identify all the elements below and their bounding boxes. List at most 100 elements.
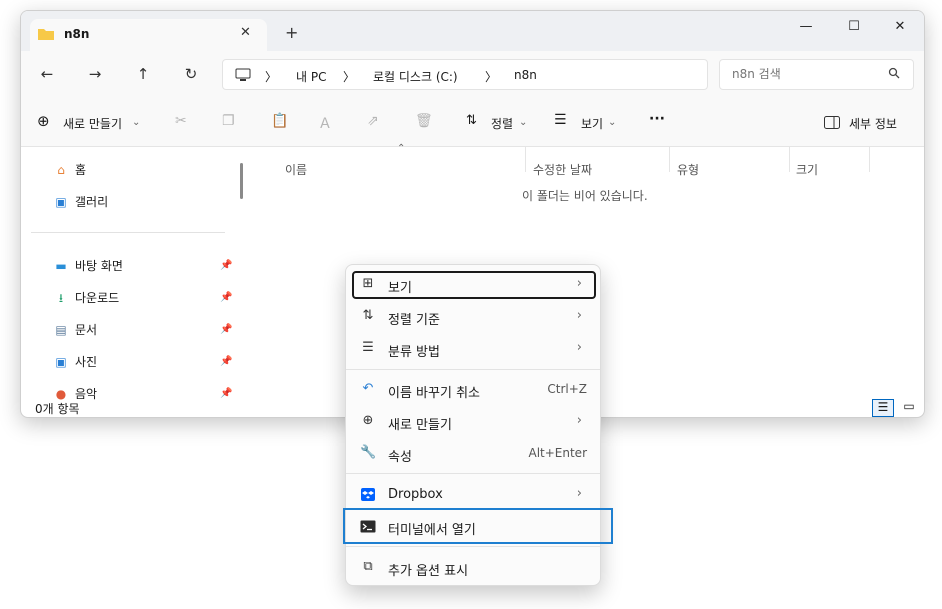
delete-icon[interactable]: 🗑	[415, 113, 433, 129]
navigation-bar: ← → ↑ ↻ 〉 내 PC 〉 로컬 디스크 (C:) 〉 n8n	[21, 51, 924, 99]
more-options-icon: ⧉	[363, 559, 373, 574]
up-button[interactable]: ↑	[129, 65, 157, 83]
new-button[interactable]: 새로 만들기	[63, 115, 122, 132]
sidebar-item-label: 다운로드	[75, 291, 120, 305]
wrench-icon: 🔧	[360, 445, 377, 460]
sidebar-item-label: 갤러리	[75, 195, 109, 209]
column-separator	[869, 147, 870, 172]
group-icon: ☰	[362, 340, 374, 355]
refresh-button[interactable]: ↻	[177, 65, 205, 83]
search-box[interactable]	[719, 59, 914, 90]
sidebar-item-pictures[interactable]: ▣ 사진	[53, 353, 97, 370]
menu-item-label: 추가 옵션 표시	[388, 564, 469, 579]
breadcrumb-separator-icon: 〉	[265, 70, 278, 84]
minimize-button[interactable]: —	[791, 19, 821, 34]
sidebar-divider	[31, 232, 225, 233]
breadcrumb-separator-icon: 〉	[343, 70, 356, 84]
details-button[interactable]: 세부 정보	[849, 115, 897, 132]
sidebar-item-label: 문서	[75, 323, 98, 337]
pin-icon: 📌	[220, 324, 233, 335]
menu-item-show-more-options[interactable]: ⧉ 추가 옵션 표시	[352, 554, 596, 582]
pin-icon: 📌	[220, 356, 233, 367]
menu-separator	[346, 546, 600, 547]
details-pane-icon	[824, 116, 840, 129]
back-button[interactable]: ←	[33, 65, 61, 83]
menu-item-new[interactable]: ⊕ 새로 만들기 ›	[352, 408, 596, 436]
menu-item-label: 속성	[388, 450, 412, 465]
column-header-name[interactable]: 이름	[285, 161, 307, 178]
column-separator	[789, 147, 790, 172]
column-header-date[interactable]: 수정한 날짜	[533, 161, 592, 178]
chevron-right-icon: ›	[576, 413, 582, 428]
column-header-size[interactable]: 크기	[796, 161, 818, 178]
column-header-type[interactable]: 유형	[677, 161, 699, 178]
close-window-button[interactable]: ✕	[885, 19, 915, 34]
menu-item-properties[interactable]: 🔧 속성 Alt+Enter	[352, 440, 596, 468]
chevron-down-icon: ⌄	[608, 117, 617, 128]
pc-icon	[235, 68, 251, 81]
menu-item-undo-rename[interactable]: ↶ 이름 바꾸기 취소 Ctrl+Z	[352, 376, 596, 404]
undo-icon: ↶	[362, 381, 374, 396]
chevron-right-icon: ›	[576, 340, 582, 355]
chevron-right-icon: ›	[576, 308, 582, 323]
column-separator	[525, 147, 526, 172]
chevron-down-icon: ⌄	[132, 117, 141, 128]
pin-icon: 📌	[220, 292, 233, 303]
breadcrumb-c-drive[interactable]: 로컬 디스크 (C:)	[373, 68, 458, 85]
item-count: 0개 항목	[35, 402, 80, 416]
sidebar-item-documents[interactable]: ▤ 문서	[53, 321, 97, 338]
cut-icon[interactable]: ✂	[175, 113, 187, 129]
menu-separator	[346, 473, 600, 474]
tiles-view-button[interactable]: ▭	[898, 399, 920, 417]
menu-item-dropbox[interactable]: Dropbox ›	[352, 481, 596, 509]
menu-item-label: 새로 만들기	[388, 418, 452, 433]
address-bar[interactable]: 〉 내 PC 〉 로컬 디스크 (C:) 〉 n8n	[222, 59, 708, 90]
menu-item-label: Dropbox	[388, 487, 443, 502]
annotation-highlight-box	[343, 508, 613, 544]
breadcrumb-n8n[interactable]: n8n	[514, 68, 537, 82]
home-icon: ⌂	[57, 163, 65, 177]
menu-item-shortcut: Ctrl+Z	[547, 382, 587, 396]
menu-item-group-by[interactable]: ☰ 분류 방법 ›	[352, 335, 596, 363]
folder-icon	[38, 29, 54, 40]
view-button[interactable]: 보기	[581, 115, 603, 132]
breadcrumb-pc[interactable]: 내 PC	[296, 68, 326, 85]
sidebar-item-gallery[interactable]: ▣ 갤러리	[53, 193, 108, 210]
view-icon: ☰	[554, 112, 567, 128]
share-icon[interactable]: ⇗	[367, 113, 379, 129]
chevron-right-icon: ›	[576, 276, 582, 291]
column-separator	[669, 147, 670, 172]
new-tab-button[interactable]: +	[285, 23, 298, 42]
details-view-button[interactable]: ☰	[872, 399, 894, 417]
tab-n8n[interactable]: n8n ✕	[30, 19, 267, 51]
paste-icon[interactable]: 📋	[271, 113, 288, 129]
add-icon: ⊕	[37, 112, 50, 130]
forward-button[interactable]: →	[81, 65, 109, 83]
search-input[interactable]	[732, 67, 882, 81]
tab-label: n8n	[64, 27, 90, 41]
sidebar-item-downloads[interactable]: ⭳ 다운로드	[53, 289, 119, 310]
menu-item-label: 정렬 기준	[388, 313, 440, 328]
sidebar-item-label: 홈	[75, 163, 87, 177]
desktop-icon: ▬	[55, 259, 67, 273]
sidebar-item-desktop[interactable]: ▬ 바탕 화면	[53, 257, 123, 274]
download-icon: ⭳	[58, 291, 64, 305]
chevron-down-icon: ⌄	[519, 117, 528, 128]
new-icon: ⊕	[362, 413, 374, 428]
menu-item-sort-by[interactable]: ⇅ 정렬 기준 ›	[352, 303, 596, 331]
menu-item-view[interactable]: ⊞ 보기 ›	[352, 271, 596, 299]
rename-icon[interactable]: Ａ	[318, 113, 332, 133]
tab-close-icon[interactable]: ✕	[240, 25, 251, 40]
sort-button[interactable]: 정렬	[491, 115, 513, 132]
pin-icon: 📌	[220, 260, 233, 271]
maximize-button[interactable]: ☐	[839, 19, 869, 34]
navigation-pane: ⌂ 홈 ▣ 갤러리 ▬ 바탕 화면 📌 ⭳ 다운로드 📌 ▤ 문서 📌 ▣ 사진 📌 ● 음악…	[21, 147, 251, 401]
copy-icon[interactable]: ❐	[222, 113, 235, 129]
more-options-button[interactable]: ···	[649, 111, 665, 127]
dropbox-icon	[361, 488, 375, 501]
sort-arrow-icon: ⌃	[397, 143, 406, 154]
sort-icon: ⇅	[362, 308, 374, 323]
menu-item-label: 보기	[388, 281, 412, 296]
sidebar-item-home[interactable]: ⌂ 홈	[53, 161, 86, 178]
sidebar-scrollbar[interactable]	[240, 163, 243, 199]
